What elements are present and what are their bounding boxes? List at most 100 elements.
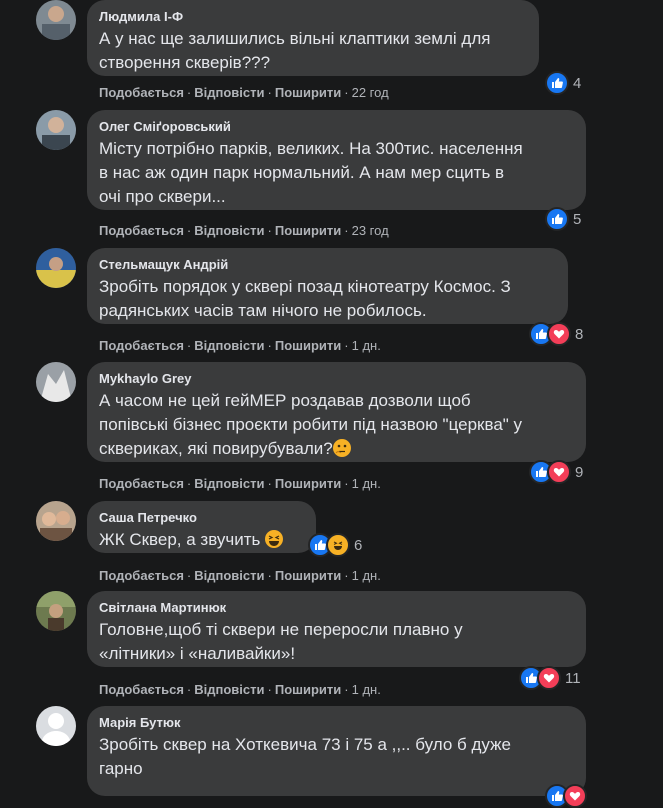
like-link[interactable]: Подобається — [99, 85, 184, 100]
comment-line: радянських часів там нічого не робилось. — [99, 301, 427, 320]
share-link[interactable]: Поширити — [275, 85, 341, 100]
reaction-summary[interactable] — [545, 784, 587, 808]
reaction-count: 6 — [354, 536, 363, 554]
reaction-summary[interactable]: 8 — [529, 322, 583, 346]
comment-line: Головне,щоб ті сквери не переросли плавн… — [99, 620, 463, 639]
comment-author[interactable]: Саша Петречко — [99, 509, 304, 526]
love-icon — [547, 460, 571, 484]
separator: · — [186, 223, 192, 238]
comment-line: сквериках, які повирубували? — [99, 437, 574, 461]
comment-bubble: Світлана Мартинюк Головне,щоб ті сквери … — [87, 591, 586, 667]
haha-icon — [326, 533, 350, 557]
like-icon — [545, 71, 569, 95]
reaction-count: 11 — [565, 669, 581, 687]
comment-bubble: Саша Петречко ЖК Сквер, а звучить — [87, 501, 316, 553]
comment-line-text: сквериках, які повирубували? — [99, 439, 333, 458]
like-link[interactable]: Подобається — [99, 476, 184, 491]
like-icon — [545, 207, 569, 231]
separator: · — [186, 85, 192, 100]
comment-line: в нас аж один парк нормальний. А нам мер… — [99, 163, 505, 182]
separator: · — [186, 476, 192, 491]
reaction-summary[interactable]: 5 — [545, 207, 581, 231]
reaction-count: 9 — [575, 463, 584, 481]
separator: · — [267, 338, 272, 353]
reply-link[interactable]: Відповісти — [194, 476, 264, 491]
separator: · — [344, 682, 349, 697]
love-icon — [563, 784, 587, 808]
share-link[interactable]: Поширити — [275, 682, 341, 697]
comment-text: Головне,щоб ті сквери не переросли плавн… — [99, 618, 574, 666]
separator: · — [267, 85, 272, 100]
share-link[interactable]: Поширити — [275, 476, 341, 491]
reply-link[interactable]: Відповісти — [194, 568, 264, 583]
comment-line: гарно — [99, 759, 143, 778]
like-link[interactable]: Подобається — [99, 223, 184, 238]
comment-line: попівські бізнес проєкти робити під назв… — [99, 415, 523, 434]
comment-time[interactable]: 1 дн. — [352, 338, 381, 353]
comment-actions: Подобається · Відповісти · Поширити · 1 дн. — [99, 476, 381, 492]
avatar[interactable] — [36, 706, 76, 746]
like-link[interactable]: Подобається — [99, 568, 184, 583]
reply-link[interactable]: Відповісти — [194, 682, 264, 697]
like-link[interactable]: Подобається — [99, 338, 184, 353]
reply-link[interactable]: Відповісти — [194, 85, 264, 100]
reaction-summary[interactable]: 11 — [519, 666, 581, 690]
comment-line: А часом не цей гейМЕР роздавав дозволи щ… — [99, 391, 471, 410]
comment-text: А у нас ще залишились вільні клаптики зе… — [99, 27, 527, 75]
avatar[interactable] — [36, 501, 76, 541]
comment-bubble: Олег Сміґоровський Місту потрібно парків… — [87, 110, 586, 210]
separator: · — [267, 682, 272, 697]
reaction-summary[interactable]: 6 — [308, 533, 363, 557]
comment-text: Зробіть порядок у сквері позад кінотеатр… — [99, 275, 556, 323]
comment-line: Зробіть сквер на Хоткевича 73 і 75 а ,,.… — [99, 735, 511, 754]
love-icon — [537, 666, 561, 690]
avatar[interactable] — [36, 362, 76, 402]
comment-text: А часом не цей гейМЕР роздавав дозволи щ… — [99, 389, 574, 461]
comment-author[interactable]: Марія Бутюк — [99, 714, 574, 731]
separator: · — [186, 682, 192, 697]
comment-actions: Подобається · Відповісти · Поширити · 1 дн. — [99, 682, 381, 698]
comment-time[interactable]: 1 дн. — [352, 682, 381, 697]
comment-author[interactable]: Mykhaylo Grey — [99, 370, 574, 387]
reply-link[interactable]: Відповісти — [194, 223, 264, 238]
comment-author[interactable]: Олег Сміґоровський — [99, 118, 574, 135]
avatar[interactable] — [36, 0, 76, 40]
comment-author[interactable]: Світлана Мартинюк — [99, 599, 574, 616]
separator: · — [267, 568, 272, 583]
reply-link[interactable]: Відповісти — [194, 338, 264, 353]
comment-bubble: Людмила І-Ф А у нас ще залишились вільні… — [87, 0, 539, 76]
comment-text: Зробіть сквер на Хоткевича 73 і 75 а ,,.… — [99, 733, 574, 781]
comment-author[interactable]: Людмила І-Ф — [99, 8, 527, 25]
comment-actions: Подобається · Відповісти · Поширити · 23 год — [99, 223, 389, 239]
comment-time[interactable]: 23 год — [352, 223, 389, 238]
reaction-summary[interactable]: 4 — [545, 71, 582, 95]
comment-time[interactable]: 22 год — [352, 85, 389, 100]
separator: · — [344, 338, 349, 353]
separator: · — [267, 223, 272, 238]
comment-actions: Подобається · Відповісти · Поширити · 1 дн. — [99, 568, 381, 584]
comment-author[interactable]: Стельмащук Андрій — [99, 256, 556, 273]
comment-actions: Подобається · Відповісти · Поширити · 1 дн. — [99, 338, 381, 354]
comment-line: ЖК Сквер, а звучить — [99, 530, 261, 549]
thinking-emoji-icon — [332, 439, 351, 457]
reaction-summary[interactable]: 9 — [529, 460, 584, 484]
share-link[interactable]: Поширити — [275, 568, 341, 583]
comment-line: очі про сквери... — [99, 187, 226, 206]
reaction-count: 4 — [573, 74, 582, 92]
avatar[interactable] — [36, 110, 76, 150]
avatar[interactable] — [36, 591, 76, 631]
avatar[interactable] — [36, 248, 76, 288]
share-link[interactable]: Поширити — [275, 338, 341, 353]
comment-line: «літники» і «наливайки»! — [99, 644, 296, 663]
comment-line: Зробіть порядок у сквері позад кінотеатр… — [99, 277, 511, 296]
comment-actions: Подобається · Відповісти · Поширити · 22 год — [99, 85, 389, 101]
comment-line: створення скверів??? — [99, 53, 271, 72]
share-link[interactable]: Поширити — [275, 223, 341, 238]
separator: · — [344, 223, 349, 238]
like-link[interactable]: Подобається — [99, 682, 184, 697]
comment-time[interactable]: 1 дн. — [352, 568, 381, 583]
comment-bubble: Mykhaylo Grey А часом не цей гейМЕР розд… — [87, 362, 586, 462]
laughing-emoji-icon — [265, 530, 284, 548]
separator: · — [344, 476, 349, 491]
comment-time[interactable]: 1 дн. — [352, 476, 381, 491]
